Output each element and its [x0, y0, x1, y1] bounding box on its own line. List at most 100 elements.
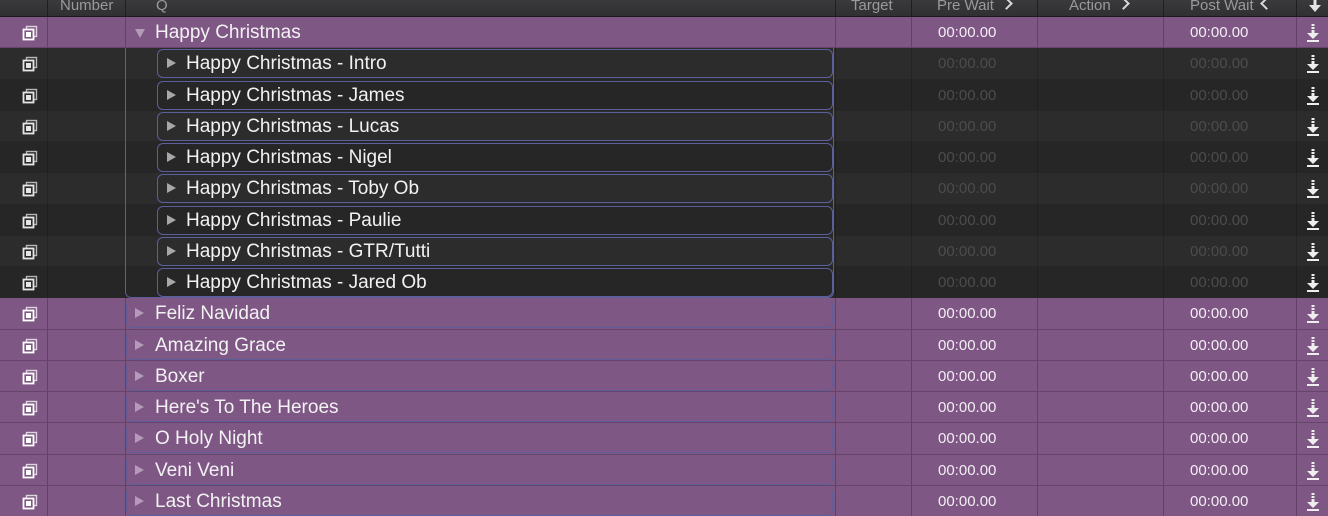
auto-continue-arrow-icon[interactable]	[1306, 180, 1320, 199]
cue-row-group[interactable]: Veni Veni 00:00.00 00:00.00	[0, 454, 1328, 486]
post-wait-value[interactable]: 00:00.00	[1190, 267, 1248, 298]
post-wait-value[interactable]: 00:00.00	[1190, 48, 1248, 79]
header-post-wait[interactable]: Post Wait	[1190, 0, 1273, 16]
post-wait-value[interactable]: 00:00.00	[1190, 236, 1248, 267]
cue-name: Happy Christmas - James	[186, 84, 405, 106]
triangle-right-icon[interactable]	[135, 464, 144, 475]
post-wait-value[interactable]: 00:00.00	[1190, 142, 1248, 173]
triangle-right-icon[interactable]	[167, 277, 176, 287]
post-wait-value[interactable]: 00:00.00	[1190, 361, 1248, 392]
pre-wait-value[interactable]: 00:00.00	[938, 236, 996, 267]
triangle-right-icon[interactable]	[135, 433, 144, 444]
cue-row-child[interactable]: Happy Christmas - Intro 00:00.00 00:00.00	[0, 48, 1328, 80]
cue-row-child[interactable]: Happy Christmas - James 00:00.00 00:00.00	[0, 79, 1328, 111]
triangle-right-icon[interactable]	[167, 58, 176, 69]
column-divider[interactable]	[1163, 0, 1164, 16]
cue-row-group[interactable]: Happy Christmas 00:00.00 00:00.00	[0, 17, 1328, 49]
pre-wait-value[interactable]: 00:00.00	[938, 361, 996, 392]
cue-row-child[interactable]: Happy Christmas - Toby Ob 00:00.00 00:00.0…	[0, 173, 1328, 205]
post-wait-value[interactable]: 00:00.00	[1190, 423, 1248, 454]
auto-continue-arrow-icon[interactable]	[1306, 336, 1320, 355]
auto-continue-arrow-icon[interactable]	[1306, 211, 1320, 230]
column-divider[interactable]	[1037, 0, 1038, 16]
triangle-right-icon[interactable]	[135, 495, 144, 506]
auto-continue-arrow-icon[interactable]	[1306, 305, 1320, 324]
auto-continue-arrow-icon[interactable]	[1306, 399, 1320, 417]
auto-continue-arrow-icon[interactable]	[1306, 367, 1320, 386]
auto-continue-arrow-icon[interactable]	[1306, 242, 1320, 261]
cue-row-group[interactable]: Here's To The Heroes 00:00.00 00:00.00	[0, 392, 1328, 424]
column-divider[interactable]	[125, 0, 126, 16]
triangle-right-icon[interactable]	[135, 339, 144, 350]
auto-continue-arrow-icon[interactable]	[1306, 149, 1320, 167]
pre-wait-value[interactable]: 00:00.00	[938, 298, 996, 329]
cell-divider	[125, 79, 126, 110]
post-wait-value[interactable]: 00:00.00	[1190, 298, 1248, 329]
auto-continue-arrow-icon[interactable]	[1306, 430, 1320, 449]
column-divider[interactable]	[1296, 0, 1297, 16]
post-wait-value[interactable]: 00:00.00	[1190, 486, 1248, 516]
triangle-right-icon[interactable]	[135, 370, 144, 381]
post-wait-value[interactable]: 00:00.00	[1190, 330, 1248, 361]
continue-mode-header-icon[interactable]	[1308, 0, 1322, 13]
pre-wait-value[interactable]: 00:00.00	[938, 455, 996, 486]
pre-wait-value[interactable]: 00:00.00	[938, 142, 996, 173]
cell-divider	[1163, 48, 1164, 79]
cue-row-group[interactable]: Boxer 00:00.00 00:00.00	[0, 360, 1328, 392]
auto-continue-arrow-icon[interactable]	[1306, 86, 1320, 105]
triangle-right-icon[interactable]	[167, 120, 176, 131]
post-wait-value[interactable]: 00:00.00	[1190, 111, 1248, 142]
pre-wait-value[interactable]: 00:00.00	[938, 48, 996, 79]
header-pre-wait-label: Pre Wait	[937, 0, 994, 14]
cue-row-group[interactable]: O Holy Night 00:00.00 00:00.00	[0, 423, 1328, 455]
post-wait-value[interactable]: 00:00.00	[1190, 80, 1248, 111]
pre-wait-value[interactable]: 00:00.00	[938, 267, 996, 298]
column-divider[interactable]	[911, 0, 912, 16]
column-divider[interactable]	[47, 0, 48, 16]
post-wait-value[interactable]: 00:00.00	[1190, 455, 1248, 486]
pre-wait-value[interactable]: 00:00.00	[938, 111, 996, 142]
auto-continue-arrow-icon[interactable]	[1306, 24, 1320, 42]
header-action[interactable]: Action	[1069, 0, 1130, 16]
pre-wait-value[interactable]: 00:00.00	[938, 173, 996, 204]
pre-wait-value[interactable]: 00:00.00	[938, 80, 996, 111]
cue-row-group[interactable]: Last Christmas 00:00.00 00:00.00	[0, 485, 1328, 516]
pre-wait-value[interactable]: 00:00.00	[938, 423, 996, 454]
cue-row-child[interactable]: Happy Christmas - GTR/Tutti 00:00.00 00:00…	[0, 235, 1328, 267]
triangle-right-icon[interactable]	[167, 183, 176, 194]
cue-row-group[interactable]: Feliz Navidad 00:00.00 00:00.00	[0, 298, 1328, 330]
triangle-right-icon[interactable]	[167, 152, 176, 162]
triangle-right-icon[interactable]	[135, 402, 144, 412]
cue-row-child[interactable]: Happy Christmas - Lucas 00:00.00 00:00.00	[0, 110, 1328, 142]
auto-continue-arrow-icon[interactable]	[1306, 117, 1320, 136]
triangle-right-icon[interactable]	[167, 245, 176, 256]
header-pre-wait[interactable]: Pre Wait	[937, 0, 1013, 16]
triangle-right-icon[interactable]	[167, 214, 176, 225]
triangle-right-icon[interactable]	[135, 308, 144, 319]
post-wait-value[interactable]: 00:00.00	[1190, 205, 1248, 236]
post-wait-value[interactable]: 00:00.00	[1190, 17, 1248, 48]
cue-row-child[interactable]: Happy Christmas - Nigel 00:00.00 00:00.00	[0, 142, 1328, 174]
triangle-down-icon[interactable]	[135, 29, 145, 38]
post-wait-value[interactable]: 00:00.00	[1190, 392, 1248, 423]
cue-name-cell[interactable]	[126, 361, 833, 391]
header-target[interactable]: Target	[851, 0, 893, 16]
pre-wait-value[interactable]: 00:00.00	[938, 392, 996, 423]
header-q[interactable]: Q	[156, 0, 168, 16]
auto-continue-arrow-icon[interactable]	[1306, 274, 1320, 292]
cell-divider	[911, 142, 912, 173]
post-wait-value[interactable]: 00:00.00	[1190, 173, 1248, 204]
cue-row-child[interactable]: Happy Christmas - Paulie 00:00.00 00:00.00	[0, 204, 1328, 236]
auto-continue-arrow-icon[interactable]	[1306, 55, 1320, 74]
cue-row-group[interactable]: Amazing Grace 00:00.00 00:00.00	[0, 329, 1328, 361]
pre-wait-value[interactable]: 00:00.00	[938, 17, 996, 48]
pre-wait-value[interactable]: 00:00.00	[938, 486, 996, 516]
header-number[interactable]: Number	[60, 0, 113, 16]
column-divider[interactable]	[835, 0, 836, 16]
pre-wait-value[interactable]: 00:00.00	[938, 330, 996, 361]
auto-continue-arrow-icon[interactable]	[1306, 492, 1320, 511]
cue-row-child[interactable]: Happy Christmas - Jared Ob 00:00.00 00:00.…	[0, 267, 1328, 299]
triangle-right-icon[interactable]	[167, 89, 176, 100]
pre-wait-value[interactable]: 00:00.00	[938, 205, 996, 236]
auto-continue-arrow-icon[interactable]	[1306, 461, 1320, 480]
